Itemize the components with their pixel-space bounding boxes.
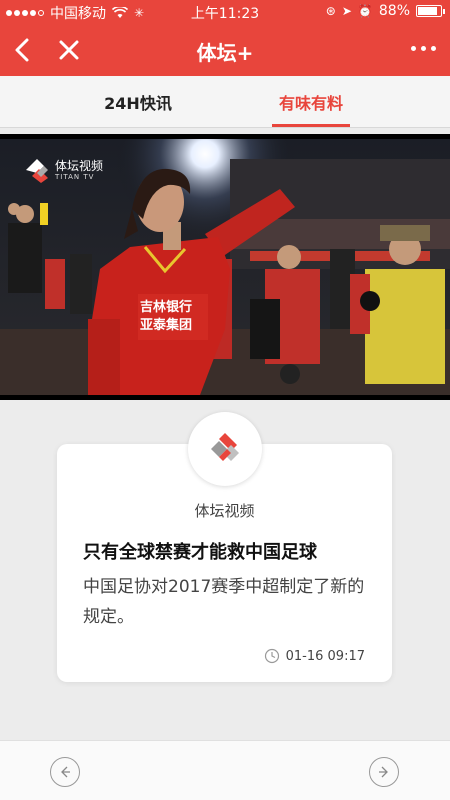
- svg-text:吉林银行: 吉林银行: [140, 299, 192, 315]
- more-icon[interactable]: [411, 46, 436, 51]
- alarm-icon: ⏰: [357, 4, 373, 18]
- location-icon: ➤: [341, 4, 352, 18]
- video-logo-text: 体坛视频: [55, 158, 104, 173]
- article-time: 01-16 09:17: [264, 648, 365, 664]
- status-bar: 中国移动 ✳ 上午11:23 ⊛ ➤ ⏰ 88%: [0, 0, 450, 24]
- page-title: 体坛+: [196, 41, 254, 65]
- article-source: 体坛视频: [194, 502, 255, 520]
- article-time-label: 01-16 09:17: [285, 648, 365, 664]
- rotation-lock-icon: ⊛: [325, 4, 336, 18]
- battery-icon: [416, 5, 445, 17]
- prev-arrow-icon[interactable]: [50, 757, 80, 787]
- tab-bar: 24H快讯 有味有料: [0, 76, 450, 128]
- titan-logo-icon: [211, 433, 239, 461]
- titan-logo-icon: [26, 159, 48, 183]
- article-headline[interactable]: 只有全球禁赛才能救中国足球: [83, 538, 317, 564]
- svg-text:亚泰集团: 亚泰集团: [140, 317, 192, 333]
- video-player[interactable]: 吉林银行 亚泰集团 体坛视频 TITAN TV: [0, 134, 450, 400]
- source-avatar: [188, 412, 262, 486]
- titan-tv-logo: 体坛视频 TITAN TV: [24, 157, 103, 183]
- bottom-bar: [0, 740, 450, 800]
- battery-percent: 88%: [378, 3, 410, 19]
- clock-icon: [264, 648, 279, 664]
- article-summary: 中国足协对2017赛季中超制定了新的规定。: [83, 577, 365, 627]
- next-arrow-icon[interactable]: [369, 757, 399, 787]
- active-tab-indicator: [272, 124, 350, 127]
- nav-bar: 体坛+: [0, 24, 450, 76]
- video-logo-sub: TITAN TV: [55, 172, 95, 181]
- tab-24h-news[interactable]: 24H快讯: [68, 90, 208, 114]
- tab-interesting[interactable]: 有味有料: [241, 90, 381, 114]
